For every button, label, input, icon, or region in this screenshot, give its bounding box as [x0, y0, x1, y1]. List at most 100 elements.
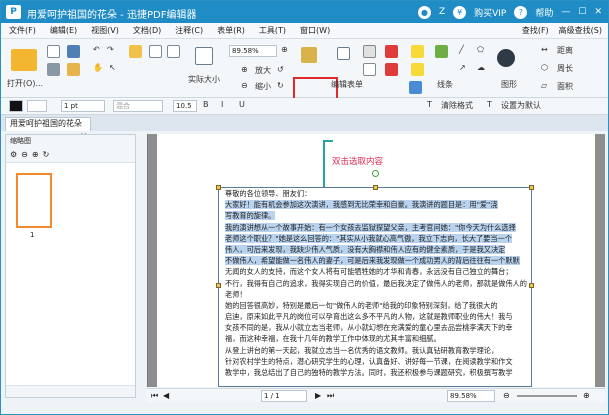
blend-select[interactable]: 混合: [113, 100, 163, 112]
user-label[interactable]: Z: [439, 7, 445, 17]
zoom-in-icon[interactable]: ⊕: [281, 45, 288, 54]
status-zoom-select[interactable]: 89.58%: [447, 390, 495, 402]
redo-icon[interactable]: ↷: [107, 45, 114, 54]
text-line[interactable]: 老师这个职业？"她是这么回答的："其实从小我就心高气傲，我立下志向，长大了要当一…: [225, 233, 527, 244]
text-line[interactable]: 她的回答很高妙，特别是最后一句"做伟人的老师"给我的印象特别深刻，给了我很大的: [225, 300, 527, 311]
form-field-2-icon[interactable]: [385, 63, 398, 76]
edit-form-icon[interactable]: [337, 47, 350, 60]
textbox-icon[interactable]: [411, 63, 424, 76]
menu-file[interactable]: 文件(F): [9, 25, 36, 36]
form-field-icon[interactable]: [385, 45, 398, 58]
clear-format-label[interactable]: 清除格式: [441, 100, 473, 111]
menu-tools[interactable]: 工具(T): [259, 25, 286, 36]
close-icon[interactable]: ✕: [594, 7, 602, 17]
help-link[interactable]: 帮助: [535, 6, 553, 19]
menu-view[interactable]: 视图(V): [91, 25, 119, 36]
menu-document[interactable]: 文档(D): [133, 25, 161, 36]
buy-vip-link[interactable]: 购买VIP: [474, 6, 506, 19]
perimeter-label[interactable]: 周长: [557, 63, 573, 74]
page-icon[interactable]: [149, 45, 162, 58]
arrow-icon[interactable]: ↗: [459, 63, 466, 72]
line-label[interactable]: 线条: [433, 79, 457, 90]
user-avatar-icon[interactable]: ●: [417, 5, 431, 19]
text-line[interactable]: 写教育的旋律。: [225, 210, 527, 221]
page-icon-2[interactable]: [167, 45, 180, 58]
menu-form[interactable]: 表单(R): [217, 25, 245, 36]
rotate-left-icon[interactable]: ↺: [277, 65, 284, 74]
color-swatch[interactable]: [9, 100, 23, 112]
area-label[interactable]: 面积: [557, 81, 573, 92]
menu-comment[interactable]: 注释(C): [175, 25, 203, 36]
default-tool-icon[interactable]: T: [487, 100, 492, 109]
zoom-out-minus-icon[interactable]: ⊖: [241, 81, 248, 90]
first-page-icon[interactable]: ⏮: [151, 391, 158, 401]
undo-icon[interactable]: ↶: [93, 45, 100, 54]
area-icon[interactable]: ▱: [541, 81, 547, 90]
text-line[interactable]: 大家好！能有机会参加这次演讲，我感到无比荣幸和自豪。我演讲的题目是：用"爱"浇: [225, 199, 527, 210]
status-zoom-out-icon[interactable]: ⊖: [503, 391, 510, 400]
email-icon[interactable]: [67, 63, 80, 76]
snapshot-icon[interactable]: [129, 45, 142, 58]
checkbox-icon[interactable]: [363, 63, 376, 76]
new-doc-icon[interactable]: [47, 45, 60, 58]
graph-label[interactable]: 图形: [497, 79, 521, 90]
document-view[interactable]: 双击选取内容 尊敬的各位领导、朋友们： 大家好！能有机会参加这次演讲，我感到无比…: [147, 134, 605, 387]
last-page-icon[interactable]: ⏭: [327, 391, 334, 401]
text-line[interactable]: 针对农村学生的特点，潜心研究学生的心理，认真备好、讲好每一节课，在阅读教学和作文: [225, 356, 527, 367]
pdf-page[interactable]: 双击选取内容 尊敬的各位领导、朋友们： 大家好！能有机会参加这次演讲，我感到无比…: [157, 134, 595, 387]
document-text[interactable]: 尊敬的各位领导、朋友们： 大家好！能有机会参加这次演讲，我感到无比荣幸和自豪。我…: [225, 188, 527, 378]
maximize-icon[interactable]: ☐: [578, 7, 586, 17]
advanced-find-button[interactable]: 高级查找(S): [559, 25, 602, 36]
minimize-icon[interactable]: —: [561, 7, 570, 17]
text-line[interactable]: 启迪，原来如此平凡的岗位可以孕育出这么多不平凡的人物，这就是教师职业的伟大！我与: [225, 311, 527, 322]
zoom-out-label[interactable]: 缩小: [255, 81, 271, 92]
distance-label[interactable]: 距离: [557, 45, 573, 56]
prev-page-icon[interactable]: ◀: [163, 391, 169, 400]
line-icon[interactable]: ╱: [459, 45, 464, 54]
hand-tool-icon[interactable]: ✋: [93, 63, 103, 72]
text-line[interactable]: 不做伟人，希望能做一名伟人的妻子，可是后来我发现做一个成功男人的背后往往有一个默…: [225, 255, 527, 266]
line-width-select[interactable]: 1 pt: [61, 100, 105, 112]
italic-icon[interactable]: I: [221, 100, 223, 109]
open-folder-icon[interactable]: [9, 45, 39, 75]
perimeter-icon[interactable]: ⬡: [541, 63, 548, 72]
menu-window[interactable]: 窗口(W): [300, 25, 330, 36]
edit-content-icon[interactable]: [301, 47, 317, 63]
note-icon[interactable]: [411, 45, 424, 58]
resize-handle-tl[interactable]: [216, 185, 221, 190]
thumb-zoom-in-icon[interactable]: ⊕: [32, 150, 39, 159]
document-tab[interactable]: 用爱呵护祖国的花朵 ×: [5, 117, 91, 140]
text-line[interactable]: 我的演讲想从一个故事开始：有一个女孩去监狱探望父亲，主考官问她："你今天为什么选…: [225, 222, 527, 233]
zoom-select[interactable]: 89.58%: [229, 45, 277, 57]
select-tool-icon[interactable]: ↖: [109, 63, 116, 72]
menu-edit[interactable]: 编辑(E): [50, 25, 77, 36]
text-field-icon[interactable]: [363, 45, 376, 58]
default-tool-label[interactable]: 设置为默认: [501, 100, 541, 111]
thumb-zoom-out-icon[interactable]: ⊖: [21, 150, 28, 159]
graph-icon[interactable]: [497, 49, 515, 67]
open-button-label[interactable]: 打开(O)...: [5, 77, 45, 89]
resize-handle-tr[interactable]: [529, 185, 534, 190]
cloud-icon[interactable]: ☁: [477, 63, 485, 72]
print-icon[interactable]: [47, 63, 60, 76]
actual-size-icon[interactable]: [187, 45, 221, 67]
next-page-icon[interactable]: ▶: [315, 391, 321, 400]
text-line[interactable]: 福，而这种幸福，在我十几年的教学工作中体现的尤其丰富和细腻。: [225, 333, 527, 344]
rotate-handle[interactable]: [372, 170, 379, 177]
clear-format-icon[interactable]: T: [427, 100, 432, 109]
edit-form-label[interactable]: 编辑表单: [327, 79, 367, 90]
thumb-rotate-icon[interactable]: ↻: [43, 150, 50, 159]
underline-icon[interactable]: U: [239, 100, 245, 109]
resize-handle-mr[interactable]: [529, 283, 534, 288]
find-button[interactable]: 查找(F): [522, 25, 549, 36]
polygon-icon[interactable]: ⬠: [477, 45, 484, 54]
text-line[interactable]: 尊敬的各位领导、朋友们：: [225, 188, 527, 199]
stamp-icon[interactable]: [409, 81, 422, 94]
thumb-options-icon[interactable]: ⚙: [10, 150, 17, 159]
page-indicator[interactable]: 1 / 1: [261, 390, 307, 402]
bold-icon[interactable]: B: [203, 100, 209, 109]
text-line[interactable]: 老师！: [225, 289, 527, 300]
distance-icon[interactable]: ↔: [541, 45, 548, 54]
actual-size-label[interactable]: 实际大小: [181, 73, 227, 85]
pencil-icon[interactable]: [435, 45, 448, 58]
